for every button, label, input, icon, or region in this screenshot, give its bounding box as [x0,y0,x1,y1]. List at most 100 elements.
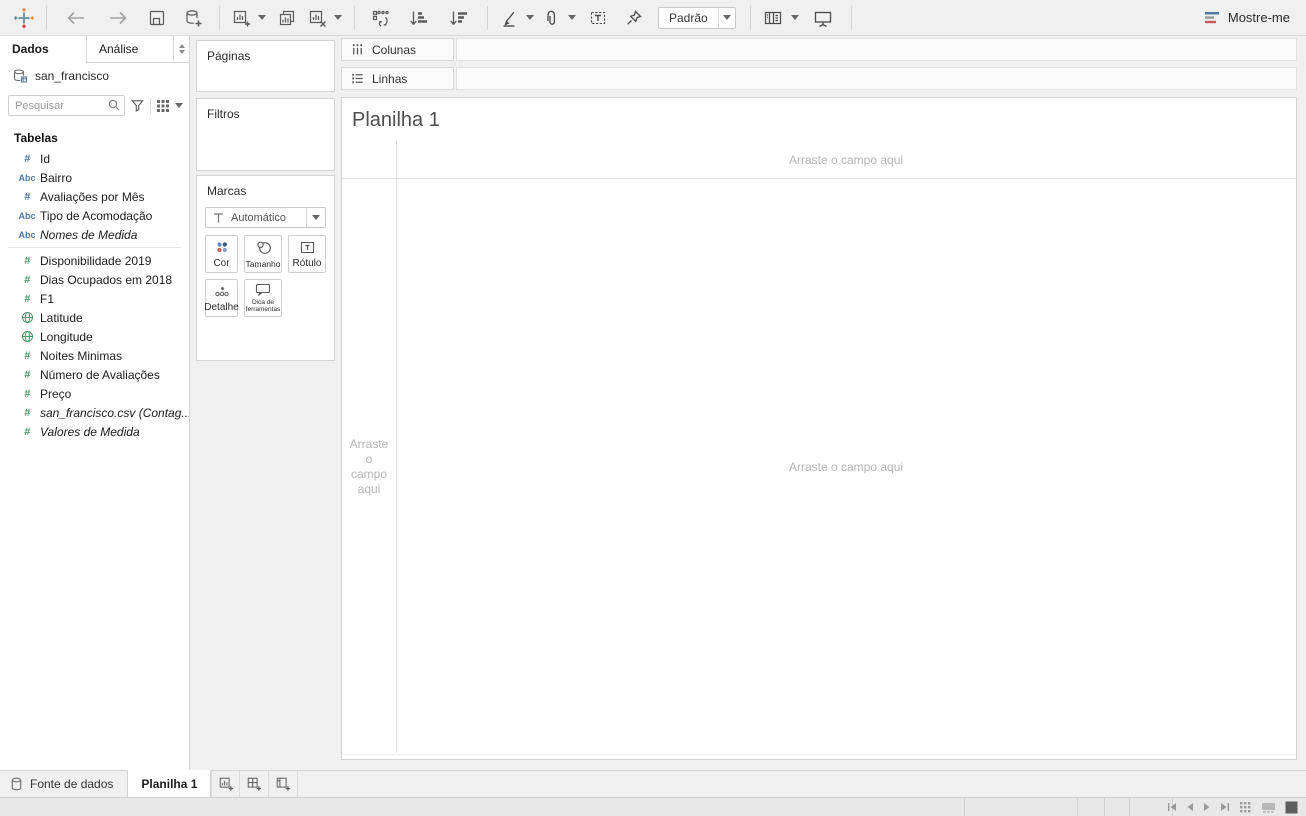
sheet-tab-planilha1[interactable]: Planilha 1 [127,770,212,797]
field-label: Tipo de Acomodação [40,208,153,223]
field-label: Bairro [40,170,73,185]
new-worksheet-icon[interactable] [228,4,254,32]
field-item[interactable]: # Avaliações por Mês [0,187,189,206]
tableau-logo-icon[interactable] [10,4,38,32]
columns-drop-zone[interactable]: Arraste o campo aqui [396,144,1296,176]
view-options-icon[interactable] [156,99,170,113]
data-source-icon [14,69,27,83]
tooltip-button[interactable]: Dica de ferramentas [244,279,282,317]
separator [150,97,151,114]
field-item[interactable]: # Preço [0,384,189,403]
new-worksheet-tab-button[interactable] [211,771,241,797]
fix-axes-icon[interactable] [621,4,647,32]
fit-selector[interactable]: Padrão [658,6,736,29]
field-label: Latitude [40,310,83,325]
sheet-canvas: Planilha 1 Arraste o campo aqui Arraste … [341,97,1297,760]
field-item[interactable]: Abc Tipo de Acomodação [0,206,189,225]
number-icon: # [24,190,30,203]
filters-card[interactable]: Filtros [196,98,335,171]
field-label: Nomes de Medida [40,227,138,242]
new-worksheet-icon [219,777,234,791]
pane-collapse-handle[interactable] [173,36,189,62]
field-item[interactable]: # Noites Minimas [0,346,189,365]
highlight-dropdown-caret[interactable] [526,15,534,20]
presentation-mode-icon[interactable] [809,4,837,32]
show-hide-cards-icon[interactable] [759,4,787,32]
field-item[interactable]: Latitude [0,308,189,327]
tab-analytics[interactable]: Análise [86,36,173,62]
detail-icon [214,280,230,303]
field-item[interactable]: # Número de Avaliações [0,365,189,384]
show-tabs-view-icon[interactable] [1239,801,1252,814]
new-story-tab-button[interactable] [269,771,299,797]
show-mark-labels-icon[interactable] [585,4,611,32]
pane-bottom-divider [342,754,1296,755]
next-sheet-icon[interactable] [1203,802,1211,812]
sheet-view-icon[interactable] [1285,801,1298,814]
rows-icon [351,73,363,84]
pages-card[interactable]: Páginas [196,40,335,92]
new-worksheet-dropdown-caret[interactable] [258,15,266,20]
data-source-item[interactable]: san_francisco [0,63,189,89]
field-item[interactable]: Abc Nomes de Medida [0,225,189,244]
globe-icon [14,330,40,343]
last-sheet-icon[interactable] [1220,802,1230,812]
mark-type-caret[interactable] [306,208,325,227]
field-item[interactable]: Longitude [0,327,189,346]
swap-rows-columns-icon[interactable] [367,4,395,32]
data-source-name: san_francisco [35,69,110,83]
size-button[interactable]: Tamanho [244,235,282,273]
redo-icon[interactable] [103,4,133,32]
color-button[interactable]: Cor [205,235,238,273]
show-me-label: Mostre-me [1227,10,1290,25]
detail-button[interactable]: Detalhe [204,279,239,317]
field-item[interactable]: # Dias Ocupados em 2018 [0,270,189,289]
triangle-up-icon [178,44,185,48]
show-me-button[interactable]: Mostre-me [1204,10,1296,25]
mark-type-dropdown[interactable]: Automático [205,207,326,228]
field-label: Disponibilidade 2019 [40,253,152,268]
columns-shelf-label: Colunas [341,38,454,61]
number-icon: # [24,254,30,267]
field-item[interactable]: # san_francisco.csv (Contag... [0,403,189,422]
undo-icon[interactable] [61,4,91,32]
columns-shelf: Colunas [341,38,1297,61]
new-dashboard-tab-button[interactable] [240,771,270,797]
tab-data[interactable]: Dados [0,36,86,63]
save-icon[interactable] [144,4,170,32]
status-bar [0,797,1306,816]
tooltip-button-label: Dica de ferramentas [245,299,281,313]
clear-sheet-icon[interactable] [304,4,330,32]
marks-card-title: Marcas [207,184,247,198]
filter-fields-icon[interactable] [130,98,145,113]
field-item[interactable]: # Valores de Medida [0,422,189,441]
body-drop-zone[interactable]: Arraste o campo aqui [396,179,1296,754]
new-data-source-icon[interactable] [180,4,206,32]
view-options-caret[interactable] [175,103,183,108]
clear-sheet-dropdown-caret[interactable] [334,15,342,20]
search-row [0,89,189,122]
field-item[interactable]: # Id [0,149,189,168]
group-dropdown-caret[interactable] [568,15,576,20]
sort-descending-icon[interactable] [445,4,473,32]
label-button[interactable]: Rótulo [288,235,326,273]
filmstrip-view-icon[interactable] [1261,801,1276,814]
field-label: Dias Ocupados em 2018 [40,272,173,287]
field-item[interactable]: # Disponibilidade 2019 [0,251,189,270]
data-source-tab[interactable]: Fonte de dados [0,771,127,797]
group-members-icon[interactable] [538,4,564,32]
previous-sheet-icon[interactable] [1186,802,1194,812]
columns-shelf-text: Colunas [372,42,417,57]
field-item[interactable]: Abc Bairro [0,168,189,187]
cards-dropdown-caret[interactable] [790,15,799,20]
first-sheet-icon[interactable] [1167,802,1177,812]
highlight-icon[interactable] [496,4,522,32]
fit-selector-caret[interactable] [717,7,735,28]
columns-shelf-drop-area[interactable] [456,38,1297,61]
rows-drop-zone[interactable]: Arraste o campo aqui [342,179,396,754]
duplicate-sheet-icon[interactable] [274,4,300,32]
new-dashboard-icon [248,777,262,791]
rows-shelf-drop-area[interactable] [456,67,1297,90]
sort-ascending-icon[interactable] [405,4,433,32]
field-item[interactable]: # F1 [0,289,189,308]
